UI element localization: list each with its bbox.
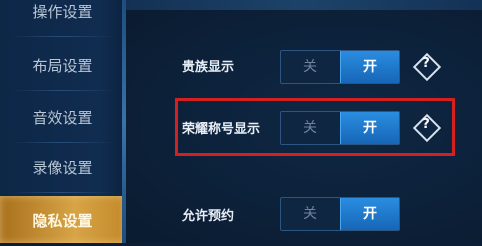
sidebar-item-label: 录像设置 [32,159,93,177]
panel-top-border [126,0,482,10]
sidebar-item-privacy[interactable]: 隐私设置 [0,196,125,243]
noble-display-help-button[interactable]: ? [412,52,442,82]
noble-display-toggle: 关 开 [280,50,400,84]
allow-reservation-on-button[interactable]: 开 [340,198,399,230]
noble-display-on-button[interactable]: 开 [340,51,399,83]
sidebar-item-label: 布局设置 [32,57,93,75]
sidebar-item-label: 隐私设置 [32,212,93,230]
sidebar-item-layout[interactable]: 布局设置 [0,41,125,91]
sidebar-item-sound[interactable]: 音效设置 [0,93,125,143]
noble-display-off-button[interactable]: 关 [281,51,339,83]
setting-label-noble-display: 贵族显示 [182,60,235,75]
sidebar-item-label: 操作设置 [32,3,93,21]
sidebar-item-controls[interactable]: 操作设置 [0,0,125,37]
allow-reservation-off-button[interactable]: 关 [281,198,339,230]
setting-label-allow-reservation: 允许预约 [182,209,235,224]
highlight-box [175,98,455,156]
sidebar-item-label: 音效设置 [32,109,93,127]
sidebar: 操作设置 布局设置 音效设置 录像设置 隐私设置 [0,0,125,243]
sidebar-item-replay[interactable]: 录像设置 [0,143,125,193]
allow-reservation-toggle: 关 开 [280,197,400,231]
question-mark-icon: ? [422,56,430,71]
